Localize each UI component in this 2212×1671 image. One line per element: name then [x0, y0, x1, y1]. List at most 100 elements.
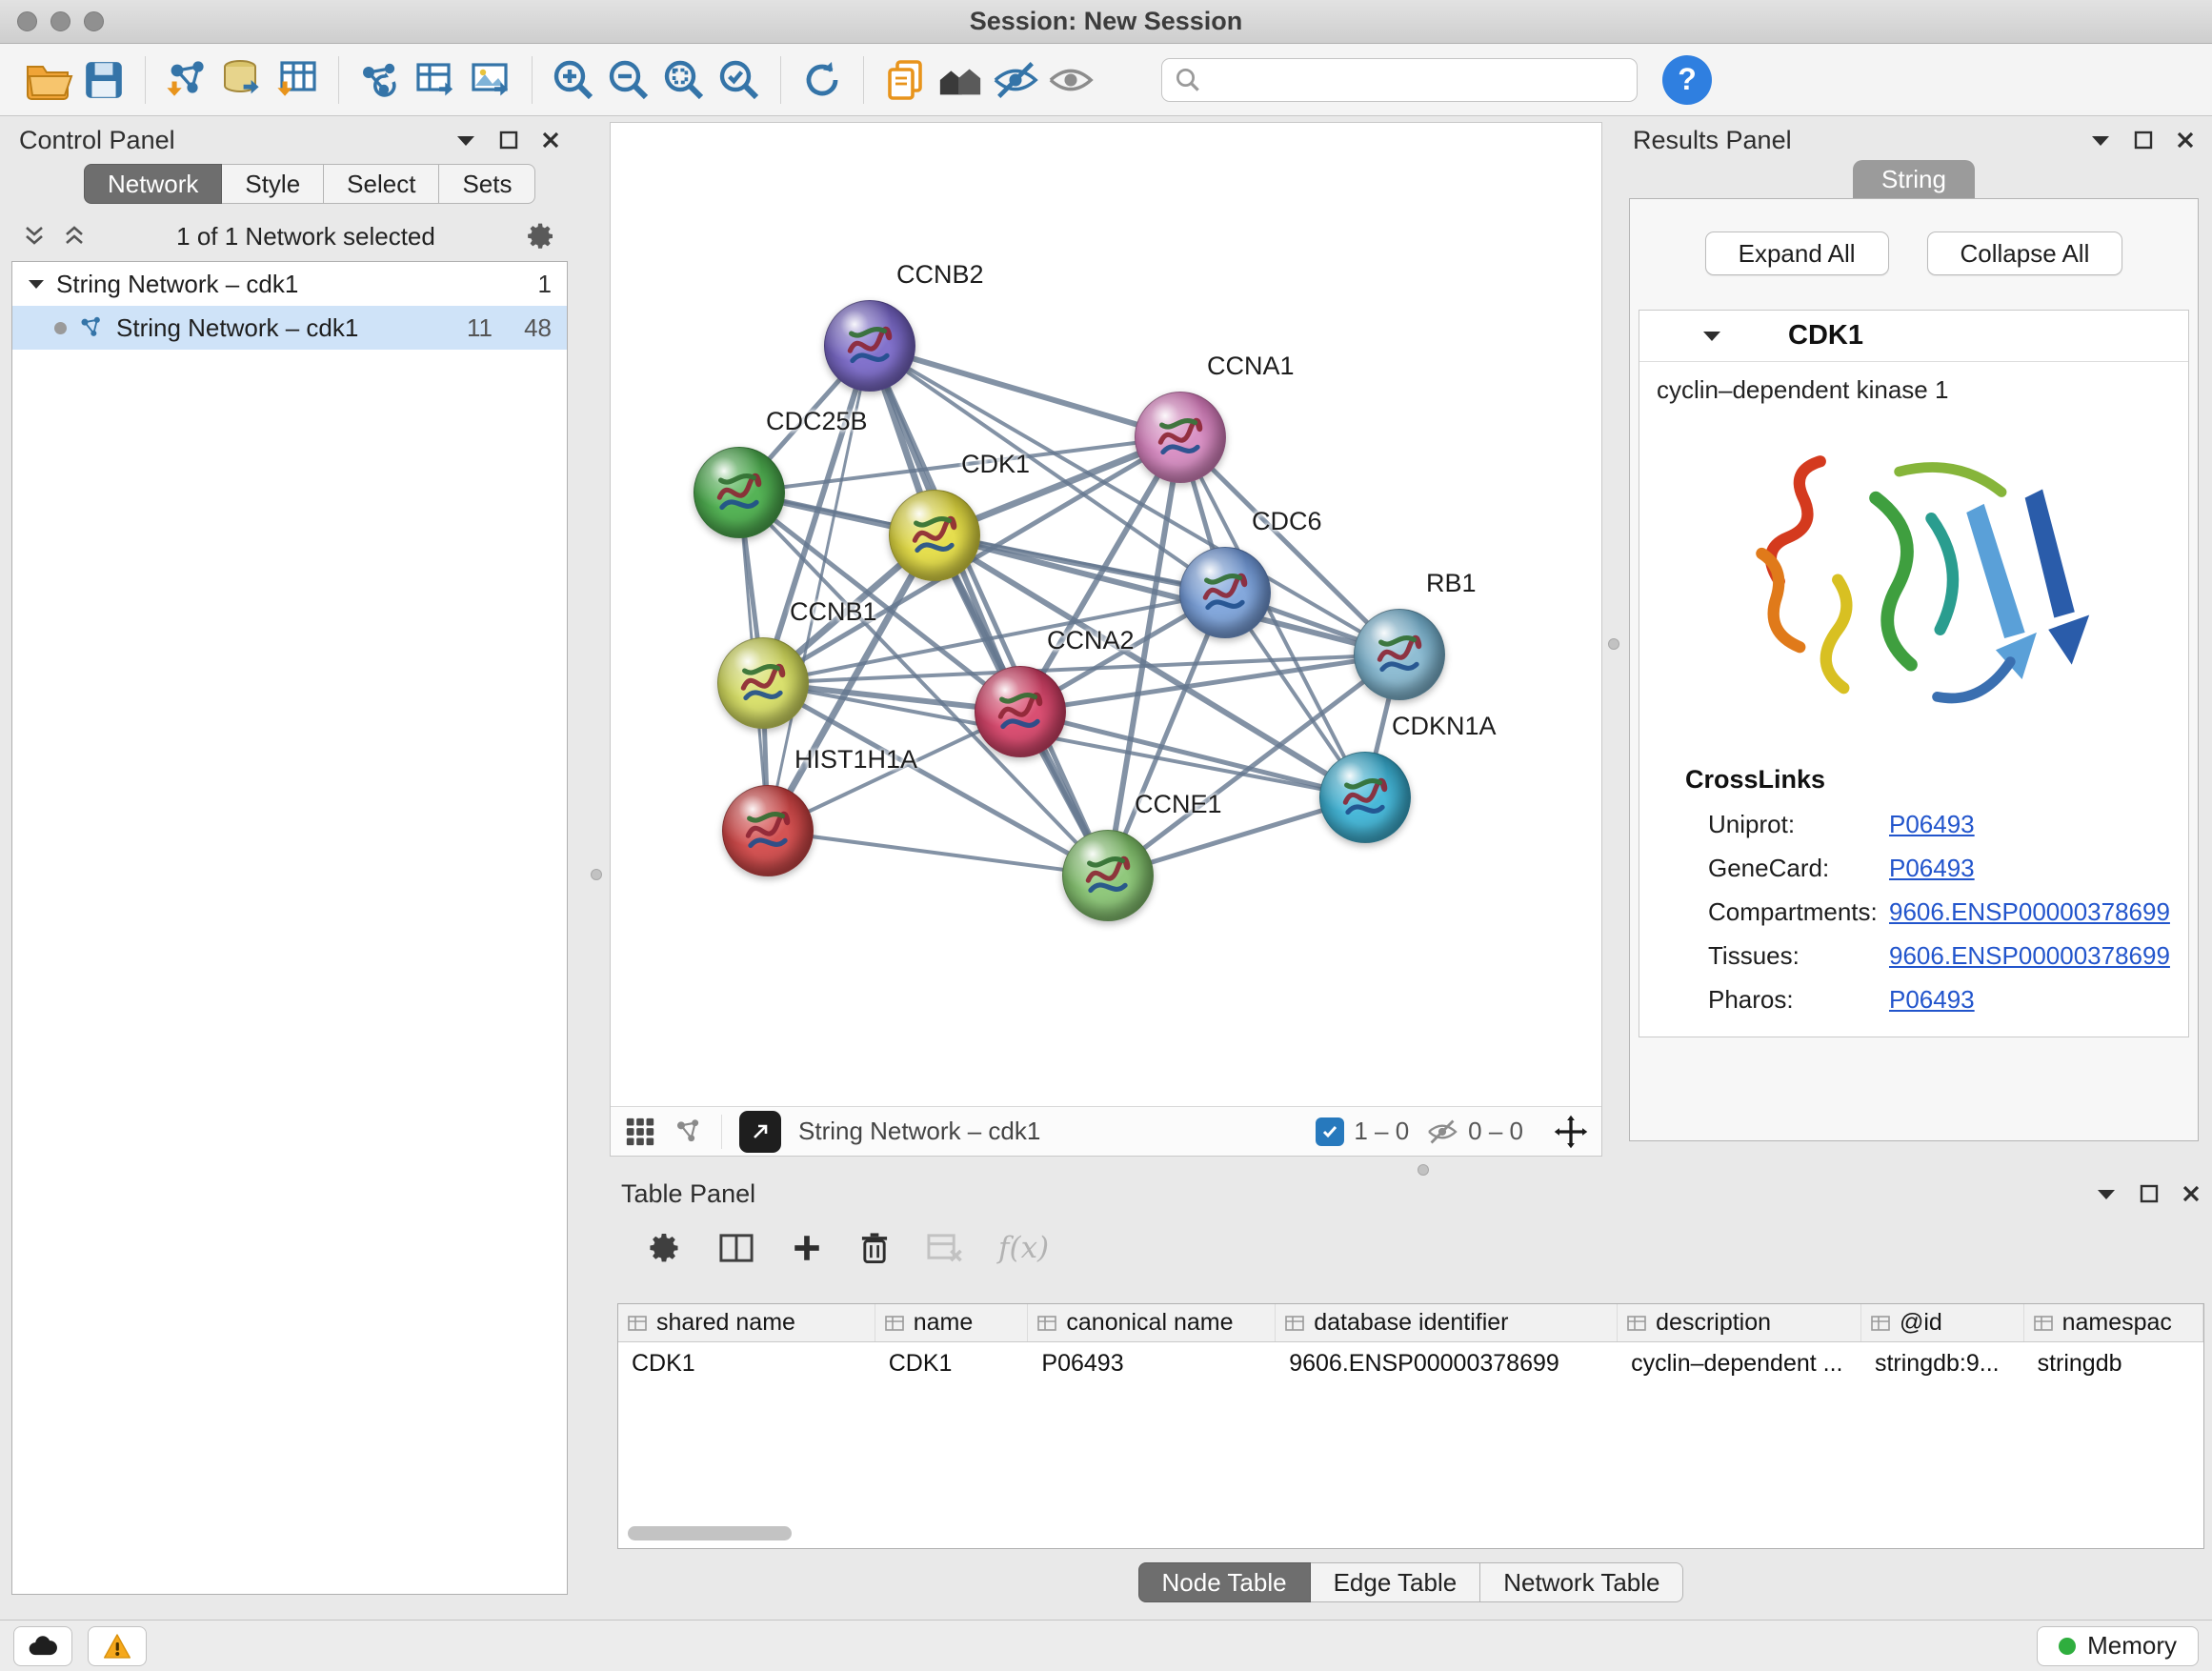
show-graphics-details-button[interactable] — [1043, 52, 1098, 108]
network-edge-HIST1H1A-CCNE1[interactable] — [768, 831, 1108, 876]
network-node-CDC25B[interactable] — [694, 447, 785, 538]
network-node-CCNB2[interactable] — [824, 300, 915, 392]
network-row[interactable]: String Network – cdk1 11 48 — [12, 306, 567, 350]
collapse-all-button[interactable]: Collapse All — [1927, 232, 2123, 275]
tab-edge-table[interactable]: Edge Table — [1311, 1562, 1481, 1602]
open-session-button[interactable] — [21, 52, 76, 108]
zoom-out-button[interactable] — [601, 52, 656, 108]
network-node-CCNA2[interactable] — [975, 666, 1066, 757]
column-header[interactable]: name — [875, 1304, 1029, 1341]
panel-close-button[interactable] — [2182, 1184, 2201, 1203]
export-image-button[interactable] — [463, 52, 518, 108]
expand-all-button[interactable]: Expand All — [1705, 232, 1889, 275]
gene-expand-caret[interactable] — [1702, 330, 1721, 342]
column-header[interactable]: @id — [1861, 1304, 2024, 1341]
column-header[interactable]: namespac — [2024, 1304, 2203, 1341]
tissues-link[interactable]: 9606.ENSP00000378699 — [1889, 941, 2170, 971]
hide-graphics-details-button[interactable] — [988, 52, 1043, 108]
panel-collapse-button[interactable] — [455, 133, 476, 147]
tab-style[interactable]: Style — [222, 164, 324, 204]
genecard-link[interactable]: P06493 — [1889, 854, 1975, 883]
import-table-from-file-button[interactable] — [270, 52, 325, 108]
save-session-button[interactable] — [76, 52, 131, 108]
pharos-link[interactable]: P06493 — [1889, 985, 1975, 1015]
table-cell[interactable]: CDK1 — [875, 1342, 1029, 1384]
network-collection-row[interactable]: String Network – cdk1 1 — [12, 262, 567, 306]
delete-column-button[interactable] — [859, 1231, 890, 1265]
cloud-status-button[interactable] — [13, 1626, 72, 1666]
table-cell[interactable]: P06493 — [1028, 1342, 1276, 1384]
panel-collapse-button[interactable] — [2090, 133, 2111, 147]
create-column-button[interactable] — [718, 1232, 754, 1264]
table-cell[interactable]: CDK1 — [618, 1342, 875, 1384]
network-node-RB1[interactable] — [1354, 609, 1445, 700]
import-network-from-database-button[interactable] — [214, 52, 270, 108]
column-header[interactable]: database identifier — [1276, 1304, 1618, 1341]
splitter-handle[interactable] — [1418, 1164, 1429, 1176]
add-row-button[interactable] — [791, 1232, 823, 1264]
uniprot-link[interactable]: P06493 — [1889, 810, 1975, 839]
splitter-handle[interactable] — [1608, 638, 1619, 650]
network-node-HIST1H1A[interactable] — [722, 785, 814, 876]
network-edge-CCNB2-CCNA1[interactable] — [870, 346, 1180, 437]
export-table-button[interactable] — [408, 52, 463, 108]
tab-sets[interactable]: Sets — [439, 164, 535, 204]
zoom-fit-button[interactable] — [656, 52, 712, 108]
tab-node-table[interactable]: Node Table — [1138, 1562, 1311, 1602]
network-overview-button[interactable] — [674, 1117, 704, 1147]
compartments-link[interactable]: 9606.ENSP00000378699 — [1889, 897, 2170, 927]
network-node-CCNB1[interactable] — [717, 637, 809, 729]
refresh-view-button[interactable] — [794, 52, 850, 108]
gene-section-header[interactable]: CDK1 — [1639, 311, 2188, 362]
network-node-CDK1[interactable] — [889, 490, 980, 581]
memory-button[interactable]: Memory — [2037, 1626, 2199, 1666]
splitter-handle[interactable] — [591, 869, 602, 880]
network-node-CDC6[interactable] — [1179, 547, 1271, 638]
network-options-gear-button[interactable] — [526, 221, 556, 252]
panel-close-button[interactable] — [2176, 131, 2195, 150]
tab-select[interactable]: Select — [324, 164, 439, 204]
network-node-CCNE1[interactable] — [1062, 830, 1154, 921]
panel-float-button[interactable] — [499, 131, 518, 150]
selected-checkbox-icon[interactable] — [1316, 1117, 1344, 1146]
close-window-button[interactable] — [17, 11, 37, 31]
new-network-button[interactable] — [352, 52, 408, 108]
tab-network[interactable]: Network — [84, 164, 222, 204]
panel-close-button[interactable] — [541, 131, 560, 150]
warnings-button[interactable] — [88, 1626, 147, 1666]
home-button[interactable] — [933, 52, 988, 108]
detach-view-button[interactable] — [739, 1111, 781, 1153]
network-node-CCNA1[interactable] — [1135, 392, 1226, 483]
panel-float-button[interactable] — [2134, 131, 2153, 150]
collapse-all-networks-button[interactable] — [23, 224, 46, 249]
table-cell[interactable]: 9606.ENSP00000378699 — [1276, 1342, 1618, 1384]
copy-button[interactable] — [877, 52, 933, 108]
zoom-window-button[interactable] — [84, 11, 104, 31]
column-header[interactable]: canonical name — [1028, 1304, 1276, 1341]
import-network-from-file-button[interactable] — [159, 52, 214, 108]
horizontal-scrollbar[interactable] — [628, 1526, 792, 1540]
network-edge-CCNB2-CCNE1[interactable] — [870, 346, 1108, 876]
tab-network-table[interactable]: Network Table — [1480, 1562, 1683, 1602]
pan-mode-button[interactable] — [1554, 1115, 1588, 1149]
table-cell[interactable]: stringdb:9... — [1861, 1342, 2024, 1384]
table-row[interactable]: CDK1 CDK1 P06493 9606.ENSP00000378699 cy… — [618, 1342, 2203, 1384]
grid-view-button[interactable] — [624, 1116, 656, 1148]
network-canvas[interactable]: CCNB2CCNA1CDC25BCDK1CDC6RB1CCNB1CCNA2CDK… — [611, 123, 1601, 1106]
toolbar-search[interactable] — [1161, 58, 1638, 102]
collection-expand-caret[interactable] — [28, 278, 45, 290]
zoom-selected-button[interactable] — [712, 52, 767, 108]
search-input[interactable] — [1210, 64, 1625, 95]
column-header[interactable]: description — [1618, 1304, 1861, 1341]
help-button[interactable]: ? — [1662, 55, 1712, 105]
network-node-CDKN1A[interactable] — [1319, 752, 1411, 843]
function-builder-button[interactable]: f(x) — [998, 1231, 1049, 1265]
tab-string[interactable]: String — [1853, 160, 1975, 198]
table-cell[interactable]: cyclin–dependent ... — [1618, 1342, 1861, 1384]
clear-table-button-disabled[interactable] — [926, 1232, 962, 1264]
table-cell[interactable]: stringdb — [2024, 1342, 2203, 1384]
minimize-window-button[interactable] — [50, 11, 70, 31]
zoom-in-button[interactable] — [546, 52, 601, 108]
column-header[interactable]: shared name — [618, 1304, 875, 1341]
panel-float-button[interactable] — [2140, 1184, 2159, 1203]
